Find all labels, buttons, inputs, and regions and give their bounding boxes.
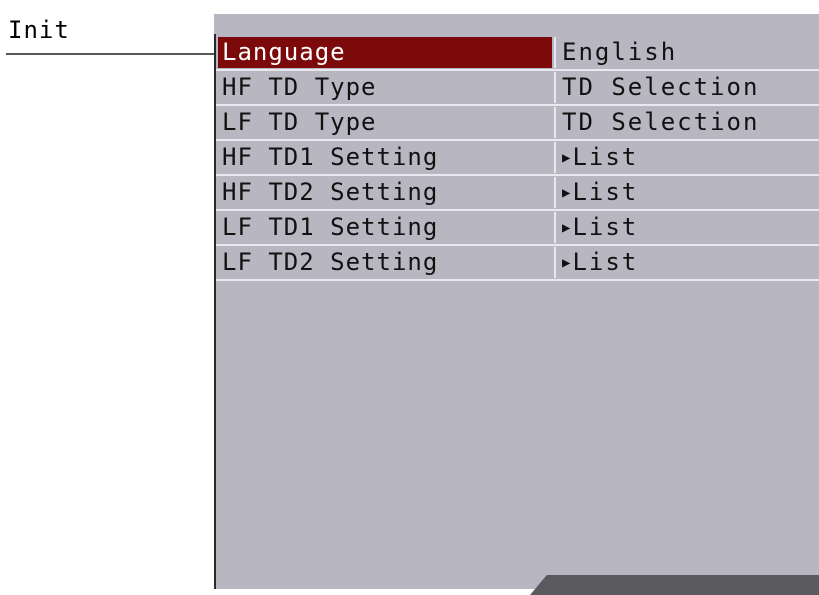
row-value-text: List bbox=[572, 178, 639, 206]
settings-table: Language English HF TD Type TD Selection… bbox=[216, 36, 819, 281]
row-value-text: List bbox=[572, 213, 639, 241]
row-value: ▶List bbox=[554, 142, 819, 173]
row-value: English bbox=[554, 37, 819, 68]
row-lf-td1-setting[interactable]: LF TD1 Setting ▶List bbox=[216, 211, 819, 246]
row-label: LF TD Type bbox=[222, 108, 377, 136]
play-arrow-icon: ▶ bbox=[562, 185, 571, 201]
row-value-text: List bbox=[572, 248, 639, 276]
row-value: TD Selection bbox=[554, 72, 819, 103]
row-lf-td-type[interactable]: LF TD Type TD Selection bbox=[216, 106, 819, 141]
bottom-bezel-shadow bbox=[530, 575, 819, 595]
row-label: HF TD1 Setting bbox=[222, 143, 439, 171]
init-tab-label: Init bbox=[8, 16, 70, 44]
play-arrow-icon: ▶ bbox=[562, 150, 571, 166]
row-lf-td2-setting[interactable]: LF TD2 Setting ▶List bbox=[216, 246, 819, 281]
row-value: ▶List bbox=[554, 247, 819, 278]
row-label: HF TD2 Setting bbox=[222, 178, 439, 206]
row-value-text: List bbox=[572, 143, 639, 171]
row-label: LF TD2 Setting bbox=[222, 248, 439, 276]
play-arrow-icon: ▶ bbox=[562, 220, 571, 236]
row-hf-td2-setting[interactable]: HF TD2 Setting ▶List bbox=[216, 176, 819, 211]
row-value: ▶List bbox=[554, 212, 819, 243]
row-label: Language bbox=[218, 37, 552, 68]
row-value: ▶List bbox=[554, 177, 819, 208]
row-hf-td-type[interactable]: HF TD Type TD Selection bbox=[216, 71, 819, 106]
row-value: TD Selection bbox=[554, 107, 819, 138]
play-arrow-icon: ▶ bbox=[562, 255, 571, 271]
top-strip bbox=[0, 0, 819, 14]
row-language[interactable]: Language English bbox=[216, 36, 819, 71]
row-hf-td1-setting[interactable]: HF TD1 Setting ▶List bbox=[216, 141, 819, 176]
row-label: LF TD1 Setting bbox=[222, 213, 439, 241]
tab-underline bbox=[6, 53, 214, 55]
row-label: HF TD Type bbox=[222, 73, 377, 101]
